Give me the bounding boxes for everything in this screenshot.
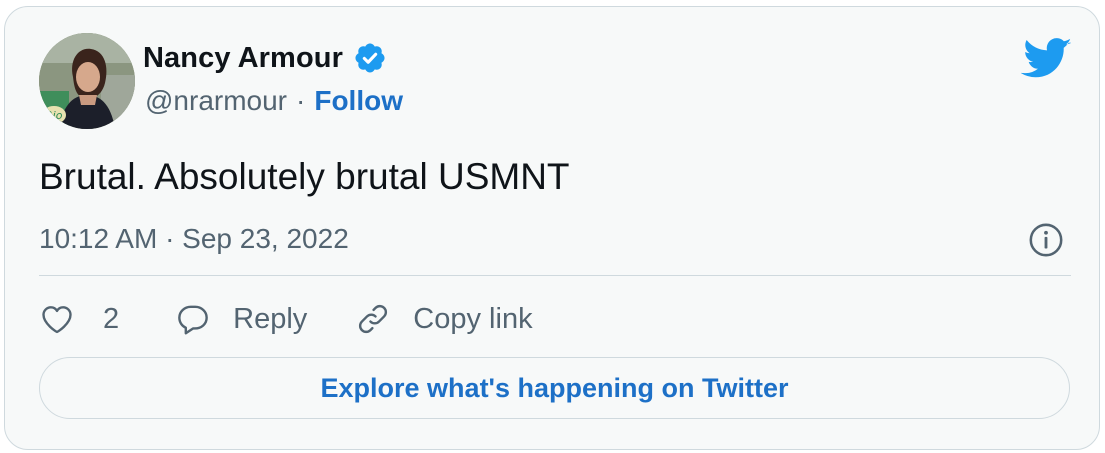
heart-icon: [42, 306, 72, 334]
verified-badge-icon: [355, 43, 385, 73]
follow-link[interactable]: Follow: [314, 85, 403, 117]
explore-twitter-button[interactable]: Explore what's happening on Twitter: [39, 357, 1070, 419]
reply-button[interactable]: Reply: [175, 301, 307, 337]
info-icon[interactable]: [1027, 221, 1065, 259]
tweet-text: Brutal. Absolutely brutal USMNT: [39, 156, 570, 197]
svg-text:Rio: Rio: [45, 109, 63, 122]
separator-dot: ·: [296, 85, 306, 116]
speech-bubble-icon: [178, 305, 208, 335]
twitter-bird-icon[interactable]: [1021, 37, 1071, 79]
tweet-timestamp[interactable]: 10:12 AM · Sep 23, 2022: [39, 223, 349, 255]
copy-link-button[interactable]: Copy link: [355, 301, 533, 337]
like-count: 2: [103, 302, 120, 335]
author-display-name[interactable]: Nancy Armour: [143, 42, 343, 75]
divider: [39, 275, 1071, 276]
link-icon: [359, 305, 388, 333]
author-name-row: Nancy Armour: [143, 41, 387, 75]
tweet-card[interactable]: Rio Nancy Armour @nrarmour · Follow Brut…: [4, 6, 1100, 450]
reply-label: Reply: [233, 302, 308, 335]
avatar-photo: Rio: [39, 33, 135, 129]
author-handle[interactable]: @nrarmour: [145, 85, 287, 117]
action-bar: 2 Reply Copy link: [39, 299, 533, 339]
avatar[interactable]: Rio: [39, 33, 135, 129]
copy-link-label: Copy link: [413, 302, 533, 335]
author-handle-row: @nrarmour · Follow: [145, 85, 403, 117]
like-button[interactable]: 2: [39, 301, 119, 337]
